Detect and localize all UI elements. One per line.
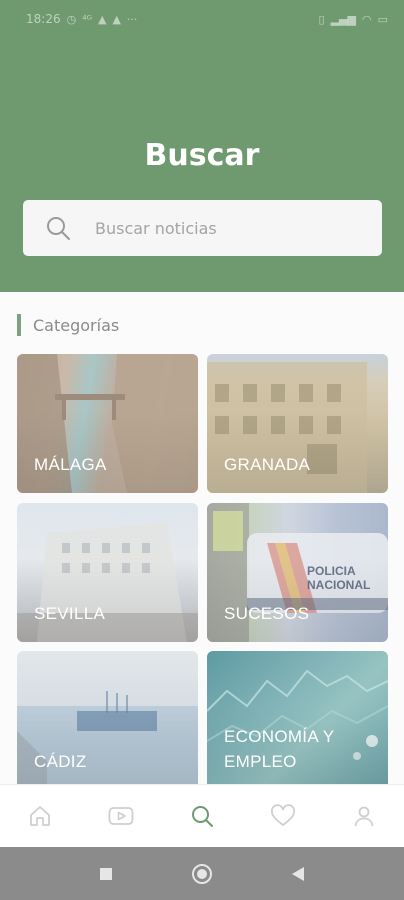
section-accent-bar [17,314,21,336]
home-circle-icon [192,863,212,884]
header: 18:26 ◷ ⁴ᴳ ▲ ▲ ··· ▯ ▂▄▆ ◠ ▭ Buscar [0,0,404,292]
section-title: Categorías [33,315,120,335]
section-header: Categorías [17,314,119,336]
back-icon [292,866,304,881]
video-play-icon [108,807,134,825]
nav-videos[interactable] [99,794,143,838]
search-bar[interactable] [23,200,382,256]
category-label: CÁDIZ [34,752,87,771]
battery-icon: ▭ [377,12,388,26]
signal-icon: ▂▄▆ [330,12,356,26]
notification-icon: ▲ [97,12,107,26]
4g-icon: ⁴ᴳ [82,12,92,26]
status-bar: 18:26 ◷ ⁴ᴳ ▲ ▲ ··· ▯ ▂▄▆ ◠ ▭ [0,0,404,38]
categories-section: Categorías MÁLAGA GRANADA SEVILLA SUCESO… [0,292,404,784]
category-card-malaga[interactable]: MÁLAGA [17,354,198,493]
bottom-nav [0,784,404,847]
search-icon [47,217,70,240]
more-dots-icon: ··· [126,12,138,26]
page-title: Buscar [144,138,260,173]
category-card-sucesos[interactable]: POLICIA NACIONAL SUCESOS [207,503,388,642]
system-home-button[interactable] [189,861,215,887]
category-card-economia-y-empleo[interactable]: ECONOMÍA Y EMPLEO [207,651,388,784]
category-card-sevilla[interactable]: SEVILLA [17,503,198,642]
category-label: GRANADA [224,455,311,474]
status-time: 18:26 [26,12,61,26]
user-icon [354,806,373,827]
wifi-icon: ◠ [361,12,372,26]
category-card-cadiz[interactable]: CÁDIZ [17,651,198,784]
back-button[interactable] [285,861,311,887]
search-icon [191,806,213,827]
recent-apps-button[interactable] [93,861,119,887]
nav-favorites[interactable] [261,794,305,838]
recent-apps-icon [100,867,112,880]
nav-home[interactable] [18,794,62,838]
home-icon [30,806,51,826]
nav-search[interactable] [180,794,224,838]
category-label: ECONOMÍA Y EMPLEO [224,727,335,771]
notification-icon: ▲ [112,12,121,26]
search-input[interactable] [95,218,345,238]
system-nav-bar [0,847,404,900]
heart-icon [270,804,295,826]
category-label: SUCESOS [224,604,310,623]
alarm-icon: ◷ [66,12,77,26]
vibrate-icon: ▯ [318,12,325,26]
category-card-granada[interactable]: GRANADA [207,354,388,493]
category-label: SEVILLA [34,604,106,623]
nav-profile[interactable] [342,794,386,838]
category-label: MÁLAGA [34,455,107,474]
